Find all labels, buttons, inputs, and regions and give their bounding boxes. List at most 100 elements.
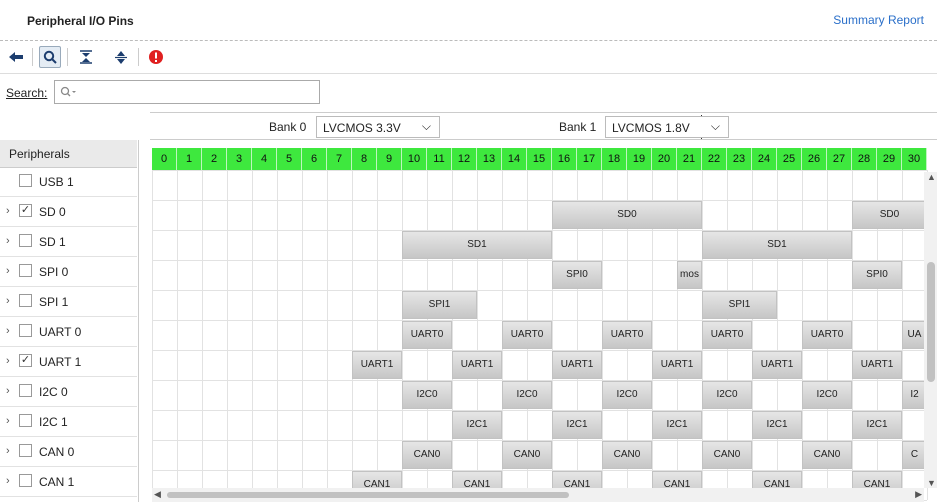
peripheral-checkbox[interactable] bbox=[19, 174, 32, 187]
horizontal-scroll-thumb[interactable] bbox=[167, 492, 569, 498]
header-divider bbox=[0, 40, 937, 41]
bank-1-voltage-select[interactable]: LVCMOS 1.8V ⌵ bbox=[605, 116, 729, 138]
pin-assignment-block[interactable]: I2C0 bbox=[602, 381, 652, 409]
pin-assignment-block[interactable]: SD1 bbox=[402, 231, 552, 259]
pin-assignment-block[interactable]: UART0 bbox=[602, 321, 652, 349]
search-icon bbox=[60, 86, 78, 101]
pin-assignment-block[interactable]: UART0 bbox=[502, 321, 552, 349]
peripheral-item[interactable]: › CAN 0 bbox=[0, 437, 137, 467]
peripheral-checkbox[interactable] bbox=[19, 324, 32, 337]
collapse-all-icon[interactable] bbox=[75, 46, 97, 68]
pin-assignment-block[interactable]: CAN0 bbox=[702, 441, 752, 469]
peripheral-item[interactable]: › CAN 1 bbox=[0, 467, 137, 497]
pin-number: 24 bbox=[752, 148, 777, 170]
pin-assignment-block[interactable]: UART1 bbox=[752, 351, 802, 379]
search-text[interactable] bbox=[85, 84, 309, 100]
pin-number: 17 bbox=[577, 148, 602, 170]
search-input[interactable] bbox=[54, 80, 320, 104]
chevron-right-icon[interactable]: › bbox=[6, 295, 10, 307]
peripheral-item[interactable]: › ✓ SD 0 bbox=[0, 197, 137, 227]
chevron-right-icon[interactable]: › bbox=[6, 415, 10, 427]
peripheral-checkbox[interactable] bbox=[19, 474, 32, 487]
search-icon[interactable] bbox=[39, 46, 61, 68]
toolbar bbox=[0, 42, 937, 72]
pin-assignment-block[interactable]: SPI1 bbox=[402, 291, 477, 319]
peripheral-label: USB 1 bbox=[39, 175, 74, 189]
pin-assignment-block[interactable]: SPI1 bbox=[702, 291, 777, 319]
pin-assignment-block[interactable]: CAN0 bbox=[602, 441, 652, 469]
pin-assignment-block[interactable]: UART1 bbox=[452, 351, 502, 379]
pin-assignment-block[interactable]: UART1 bbox=[552, 351, 602, 379]
pin-assignment-block[interactable]: CAN0 bbox=[402, 441, 452, 469]
pin-number: 14 bbox=[502, 148, 527, 170]
chevron-right-icon[interactable]: › bbox=[6, 325, 10, 337]
expand-all-icon[interactable] bbox=[110, 46, 132, 68]
pin-assignment-block[interactable]: SPI0 bbox=[552, 261, 602, 289]
pin-assignment-block[interactable]: CAN0 bbox=[802, 441, 852, 469]
peripheral-checkbox[interactable]: ✓ bbox=[19, 354, 32, 367]
pin-assignment-block[interactable]: I2C1 bbox=[552, 411, 602, 439]
summary-report-link[interactable]: Summary Report bbox=[833, 13, 924, 27]
pin-assignment-block[interactable]: UART0 bbox=[702, 321, 752, 349]
pin-assignment-block[interactable]: UART1 bbox=[652, 351, 702, 379]
peripheral-checkbox[interactable]: ✓ bbox=[19, 204, 32, 217]
peripheral-item[interactable]: › I2C 0 bbox=[0, 377, 137, 407]
peripheral-checkbox[interactable] bbox=[19, 294, 32, 307]
peripheral-item[interactable]: › SPI 0 bbox=[0, 257, 137, 287]
peripheral-label: UART 0 bbox=[39, 325, 82, 339]
scroll-down-icon[interactable]: ▼ bbox=[927, 478, 936, 488]
peripheral-checkbox[interactable] bbox=[19, 234, 32, 247]
pin-assignment-block[interactable]: I2C1 bbox=[852, 411, 902, 439]
scroll-right-icon[interactable]: ▶ bbox=[915, 489, 922, 500]
peripheral-checkbox[interactable] bbox=[19, 384, 32, 397]
chevron-right-icon[interactable]: › bbox=[6, 355, 10, 367]
pin-assignment-block[interactable]: UART1 bbox=[352, 351, 402, 379]
peripheral-item[interactable]: › ✓ UART 1 bbox=[0, 347, 137, 377]
peripheral-item[interactable]: › UART 0 bbox=[0, 317, 137, 347]
chevron-right-icon[interactable]: › bbox=[6, 205, 10, 217]
pin-number: 23 bbox=[727, 148, 752, 170]
pin-assignment-block[interactable]: SD0 bbox=[852, 201, 927, 229]
peripheral-label: SD 0 bbox=[39, 205, 66, 219]
pin-assignment-block[interactable]: I2C1 bbox=[652, 411, 702, 439]
pin-assignment-block[interactable]: UART0 bbox=[802, 321, 852, 349]
pin-assignment-block[interactable]: SD0 bbox=[552, 201, 702, 229]
pin-assignment-block[interactable]: I2C0 bbox=[402, 381, 452, 409]
horizontal-scrollbar[interactable]: ◀ ▶ bbox=[152, 488, 924, 502]
pin-assignment-block[interactable]: mos bbox=[677, 261, 702, 289]
peripheral-item[interactable]: USB 1 bbox=[0, 167, 137, 197]
pin-assignment-block[interactable]: SD1 bbox=[702, 231, 852, 259]
peripheral-item[interactable]: › I2C 1 bbox=[0, 407, 137, 437]
pin-number: 1 bbox=[177, 148, 202, 170]
chevron-right-icon[interactable]: › bbox=[6, 445, 10, 457]
vertical-scrollbar[interactable]: ▲ ▼ bbox=[924, 172, 937, 488]
chevron-down-icon: ⌵ bbox=[421, 119, 431, 133]
peripheral-checkbox[interactable] bbox=[19, 414, 32, 427]
pin-assignment-block[interactable]: I2C0 bbox=[502, 381, 552, 409]
pin-assignment-block[interactable]: I2C0 bbox=[802, 381, 852, 409]
bank-0-voltage-select[interactable]: LVCMOS 3.3V ⌵ bbox=[316, 116, 440, 138]
pin-assignment-block[interactable]: UART1 bbox=[852, 351, 902, 379]
chevron-right-icon[interactable]: › bbox=[6, 385, 10, 397]
peripheral-item[interactable]: › SD 1 bbox=[0, 227, 137, 257]
back-icon[interactable] bbox=[5, 46, 27, 68]
grid-line bbox=[452, 170, 453, 500]
scroll-up-icon[interactable]: ▲ bbox=[927, 172, 936, 182]
peripheral-checkbox[interactable] bbox=[19, 444, 32, 457]
chevron-right-icon[interactable]: › bbox=[6, 265, 10, 277]
pin-assignment-block[interactable]: CAN0 bbox=[502, 441, 552, 469]
vertical-scroll-thumb[interactable] bbox=[927, 262, 935, 382]
chevron-right-icon[interactable]: › bbox=[6, 235, 10, 247]
grid-line bbox=[202, 170, 203, 500]
peripheral-item[interactable]: › SPI 1 bbox=[0, 287, 137, 317]
scroll-left-icon[interactable]: ◀ bbox=[154, 489, 161, 500]
pin-assignment-block[interactable]: SPI0 bbox=[852, 261, 902, 289]
pin-assignment-block[interactable]: I2C1 bbox=[452, 411, 502, 439]
pin-assignment-block[interactable]: UART0 bbox=[402, 321, 452, 349]
pin-assignment-block[interactable]: I2C1 bbox=[752, 411, 802, 439]
pin-assignment-block[interactable]: I2C0 bbox=[702, 381, 752, 409]
peripheral-checkbox[interactable] bbox=[19, 264, 32, 277]
chevron-right-icon[interactable]: › bbox=[6, 475, 10, 487]
error-icon[interactable] bbox=[145, 46, 167, 68]
pin-number: 5 bbox=[277, 148, 302, 170]
